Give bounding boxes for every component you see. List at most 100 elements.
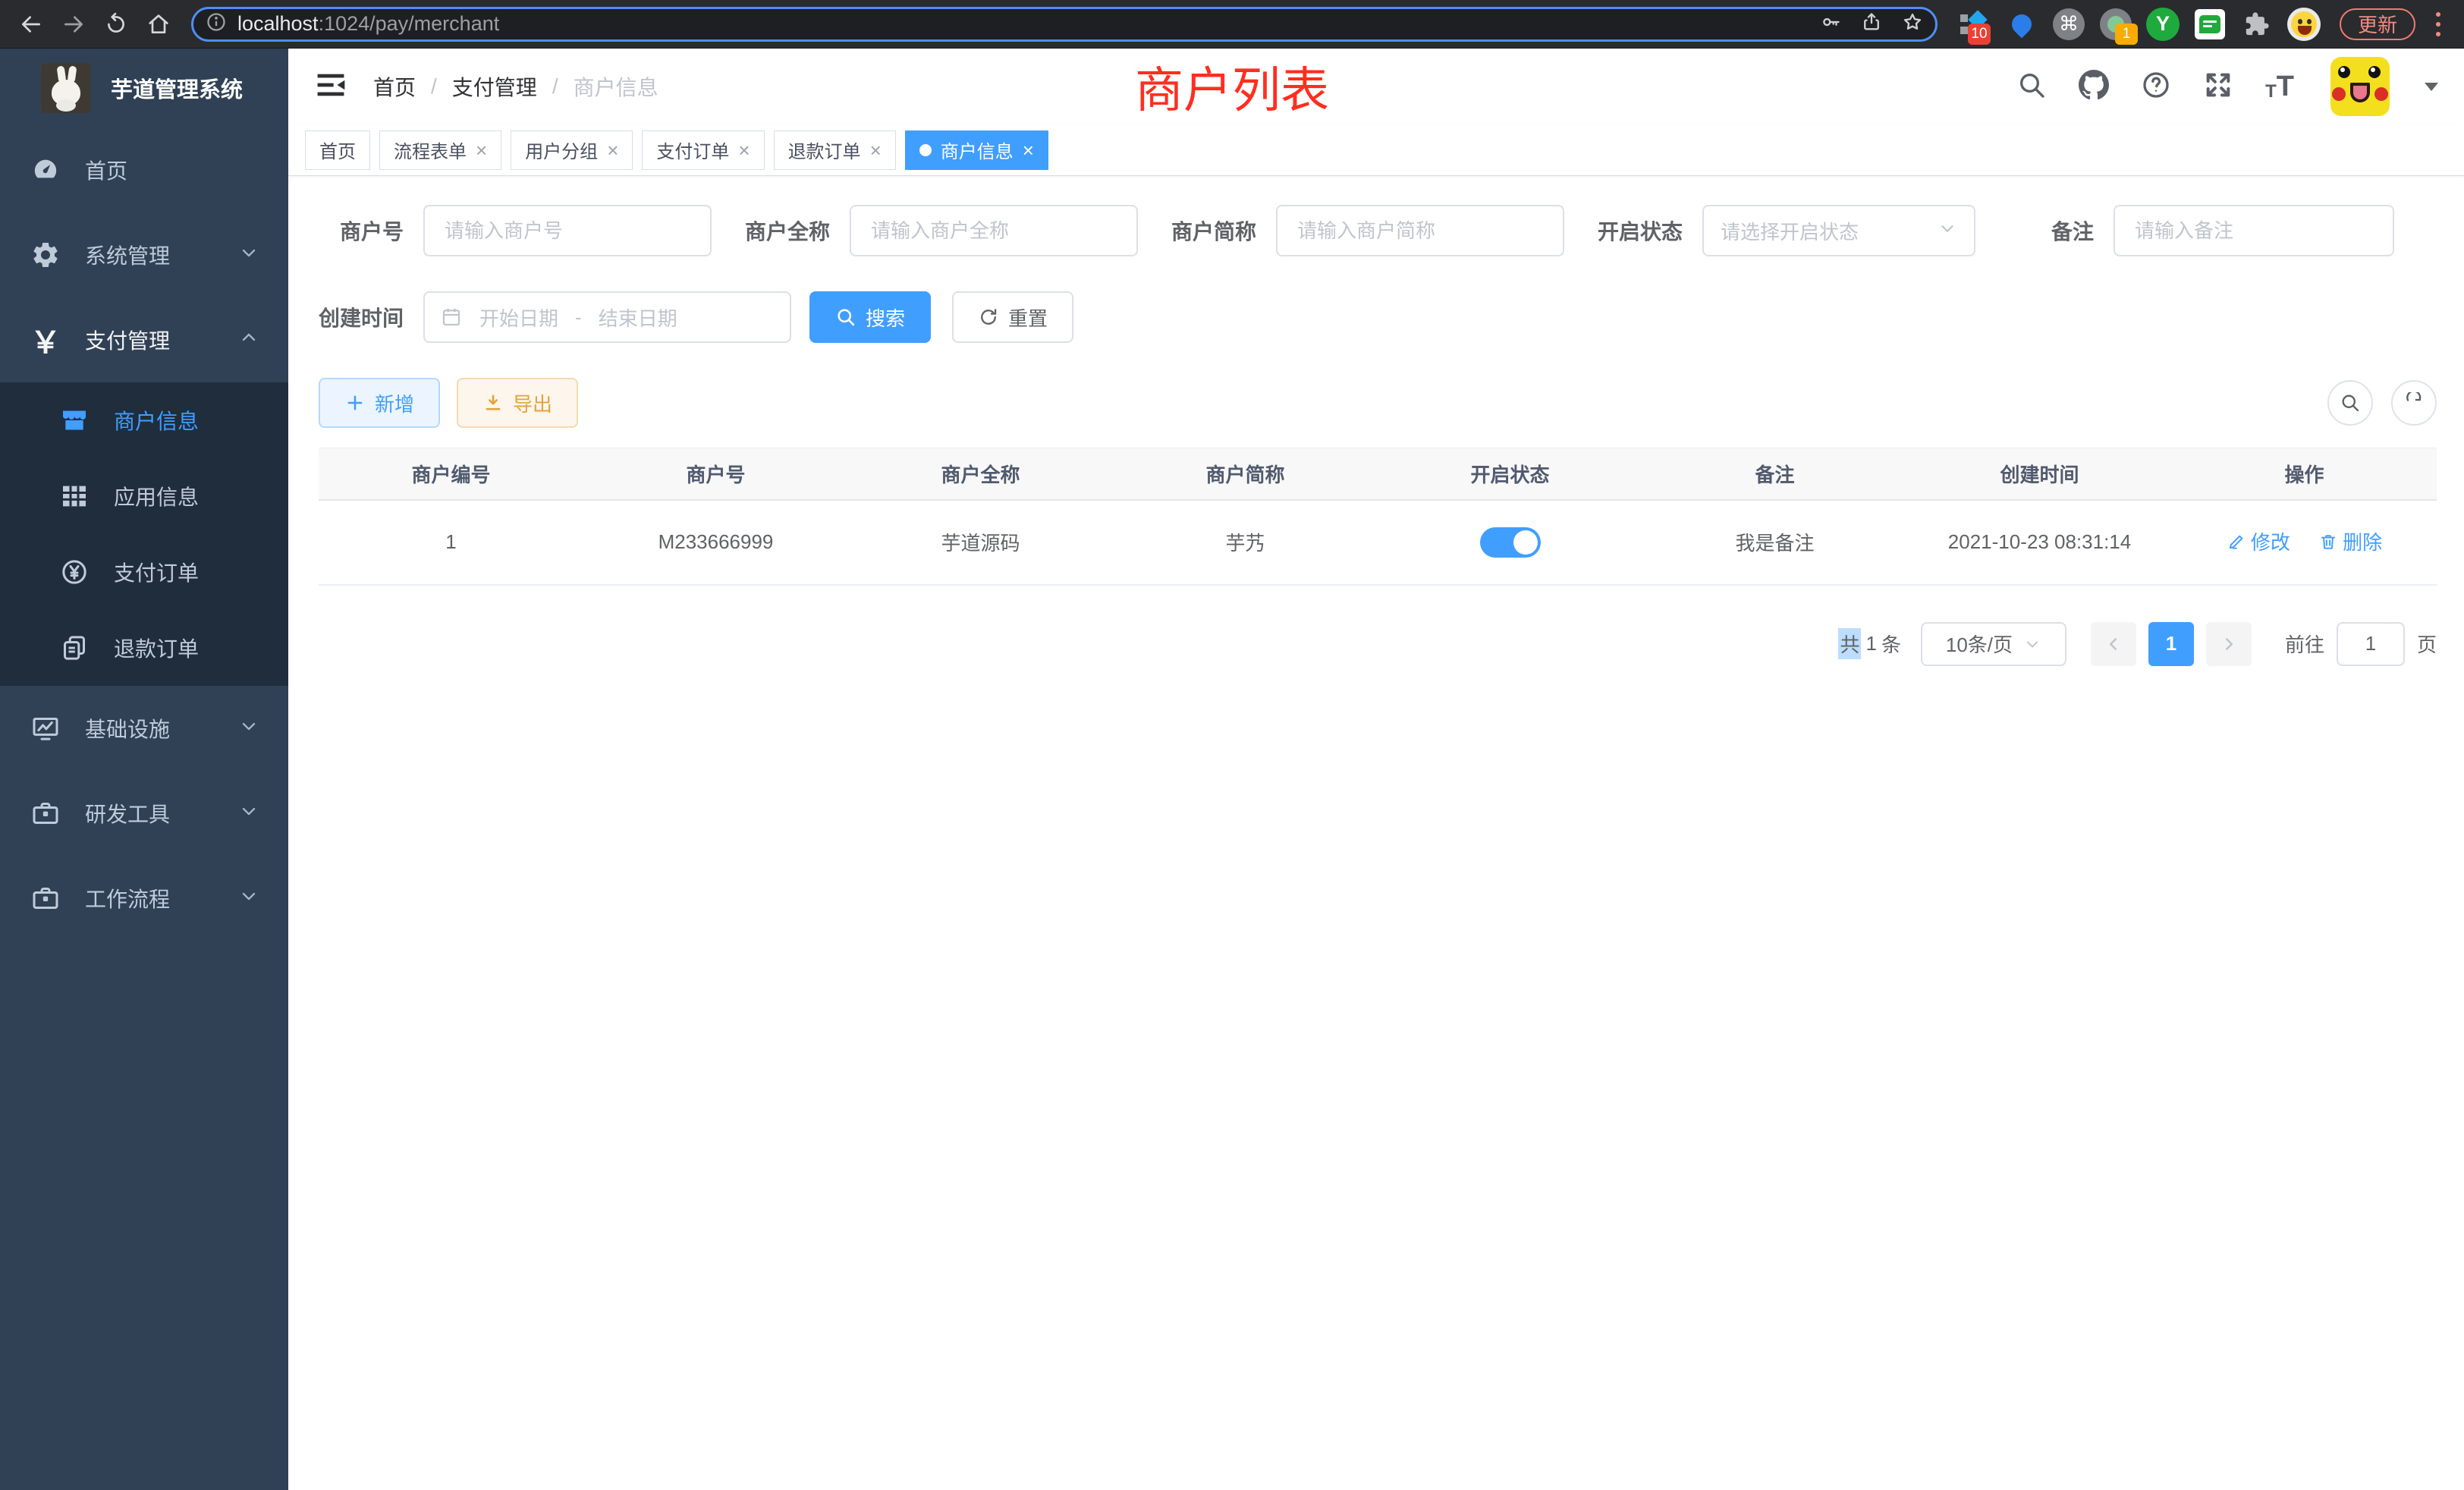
close-icon[interactable]: × [870,140,882,160]
next-page-button[interactable] [2206,622,2252,666]
extension-icon-green-dot[interactable]: 1 [2098,7,2133,42]
create-time-label: 创建时间 [319,302,423,332]
tab-merchant-info[interactable]: 商户信息× [905,130,1048,170]
close-icon[interactable]: × [476,140,487,160]
full-name-input[interactable] [850,205,1138,256]
tags-view-bar: 首页 流程表单× 用户分组× 支付订单× 退款订单× 商户信息× [288,124,2464,176]
search-icon[interactable] [2016,70,2047,104]
col-actions: 操作 [2172,448,2437,500]
sidebar-item-workflow[interactable]: 工作流程 [0,856,288,941]
merchant-no-input[interactable] [423,205,712,256]
status-switch[interactable] [1480,527,1541,558]
chevron-right-icon [2219,634,2239,654]
github-icon[interactable] [2079,70,2109,104]
avatar-caret-icon[interactable] [2425,83,2438,91]
password-key-icon[interactable] [1820,11,1841,36]
sidebar-toggle-icon[interactable] [314,68,347,105]
extension-icon-blue-diamond[interactable]: 10 [1957,7,1992,42]
tab-home[interactable]: 首页 [305,130,370,170]
search-icon [835,306,856,328]
bookmark-star-icon[interactable] [1902,11,1923,36]
address-bar[interactable]: localhost:1024/pay/merchant [191,7,1938,42]
home-icon[interactable] [141,7,176,42]
info-icon[interactable] [206,11,227,36]
chevron-down-icon [238,800,259,827]
cell-merchant-no: M233666999 [583,500,848,585]
briefcase-icon [29,882,62,915]
page-number-1[interactable]: 1 [2148,622,2194,666]
sidebar-item-label: 支付订单 [114,557,199,587]
chevron-left-icon [2104,634,2123,654]
briefcase-icon [29,797,62,830]
remark-input[interactable] [2114,205,2394,256]
back-icon[interactable] [14,7,49,42]
yen-icon [29,323,62,357]
reload-icon[interactable] [99,7,134,42]
dashboard-icon [29,153,62,187]
annotation-title: 商户列表 [1135,52,1329,121]
toggle-search-icon[interactable] [2327,380,2373,426]
range-separator: - [575,306,582,329]
sidebar-item-system[interactable]: 系统管理 [0,212,288,297]
sidebar-item-refund-order[interactable]: 退款订单 [0,610,288,686]
forward-icon[interactable] [56,7,91,42]
sidebar-item-app-info[interactable]: 应用信息 [0,458,288,534]
sidebar-item-label: 支付管理 [85,325,170,355]
breadcrumb: 首页 支付管理 商户信息 [373,71,658,102]
browser-menu-icon[interactable] [2431,12,2446,36]
chevron-down-icon [1938,218,1957,244]
close-icon[interactable]: × [607,140,618,160]
sidebar-item-pay[interactable]: 支付管理 [0,297,288,382]
breadcrumb-parent[interactable]: 支付管理 [452,71,537,102]
sidebar-item-home[interactable]: 首页 [0,127,288,212]
share-icon[interactable] [1861,11,1882,36]
sidebar-item-merchant-info[interactable]: 商户信息 [0,382,288,458]
user-avatar[interactable] [2330,57,2390,116]
refresh-table-icon[interactable] [2391,380,2437,426]
reset-button[interactable]: 重置 [952,291,1073,343]
trash-icon [2318,532,2338,552]
sidebar-item-pay-order[interactable]: 支付订单 [0,534,288,610]
tab-refund-order[interactable]: 退款订单× [774,130,896,170]
add-button[interactable]: 新增 [319,378,440,428]
font-size-icon[interactable] [2265,72,2294,101]
short-name-input[interactable] [1276,205,1564,256]
sidebar-item-infrastructure[interactable]: 基础设施 [0,686,288,771]
tab-user-group[interactable]: 用户分组× [511,130,633,170]
export-button[interactable]: 导出 [457,378,578,428]
page-content: 商户号 商户全称 商户简称 开启状态 请选择开启状态 [288,176,2464,1490]
breadcrumb-current: 商户信息 [574,71,658,102]
fullscreen-icon[interactable] [2203,70,2233,104]
extension-icon-y[interactable]: Y [2145,7,2180,42]
extension-icon-command[interactable] [2051,7,2086,42]
close-icon[interactable]: × [738,140,750,160]
goto-page-input[interactable] [2337,622,2405,666]
tab-pay-order[interactable]: 支付订单× [642,130,764,170]
breadcrumb-home[interactable]: 首页 [373,71,416,102]
app-logo[interactable]: 芋道管理系统 [0,49,288,127]
create-time-range-input[interactable]: 开始日期 - 结束日期 [423,291,791,343]
tab-flow-form[interactable]: 流程表单× [379,130,501,170]
sidebar-item-dev-tools[interactable]: 研发工具 [0,771,288,856]
edit-icon [2227,532,2246,552]
top-navbar: 首页 支付管理 商户信息 [288,49,2464,124]
extension-icon-blue-kite[interactable] [2004,7,2039,42]
extensions-puzzle-icon[interactable] [2239,7,2274,42]
browser-update-button[interactable]: 更新 [2340,8,2415,40]
page-size-select[interactable]: 10条/页 [1921,622,2066,666]
status-select[interactable]: 请选择开启状态 [1702,205,1975,256]
col-remark: 备注 [1642,448,1907,500]
end-date-placeholder: 结束日期 [599,303,677,332]
pagination: 共1条 10条/页 1 前往 页 [319,622,2437,666]
extension-icon-chat[interactable] [2192,7,2227,42]
close-icon[interactable]: × [1023,140,1034,160]
profile-avatar[interactable] [2286,7,2321,42]
page-unit-label: 页 [2417,630,2437,658]
search-button[interactable]: 搜索 [809,291,931,343]
delete-button[interactable]: 删除 [2318,527,2382,555]
col-merchant-id: 商户编号 [319,448,583,500]
col-merchant-no: 商户号 [583,448,848,500]
edit-button[interactable]: 修改 [2227,527,2290,555]
prev-page-button[interactable] [2091,622,2136,666]
help-icon[interactable] [2141,70,2171,104]
